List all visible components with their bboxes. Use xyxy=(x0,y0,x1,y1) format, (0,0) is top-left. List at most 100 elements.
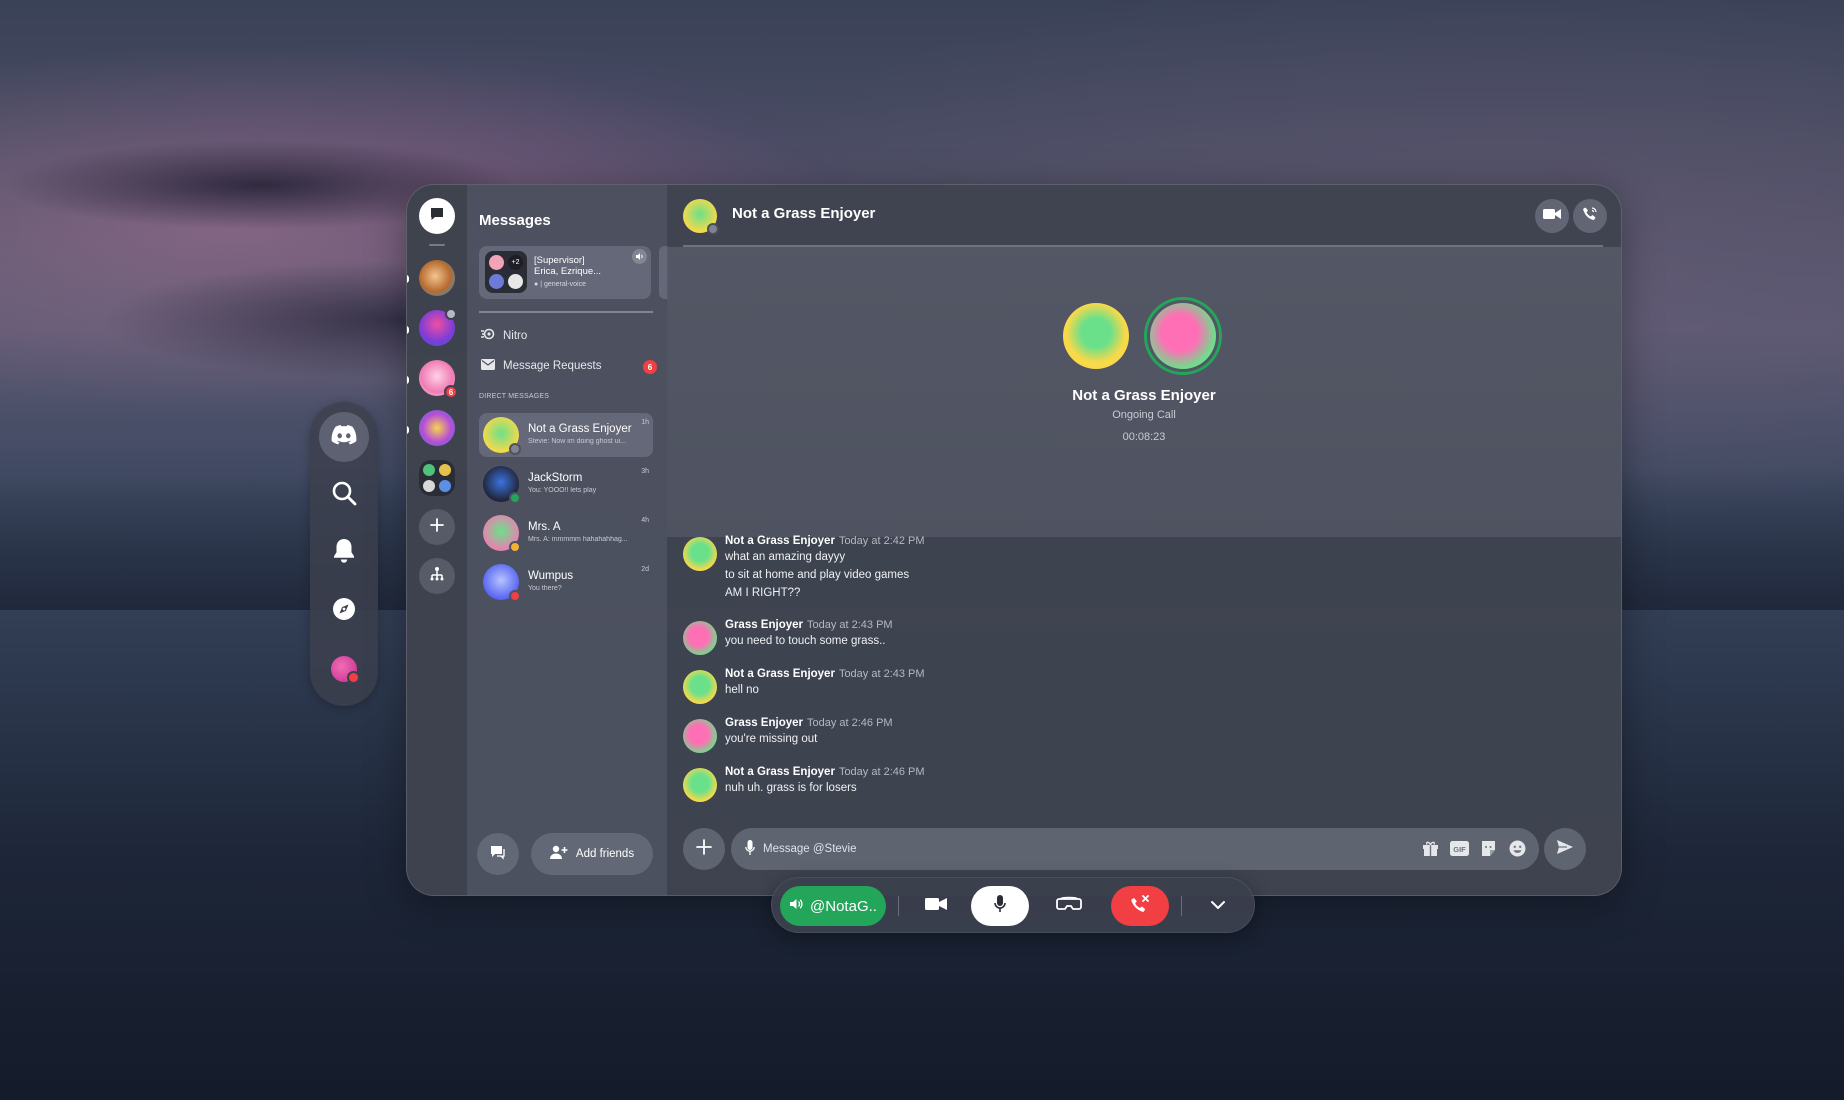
notifications-button[interactable] xyxy=(319,528,369,578)
message-timestamp: Today at 2:43 PM xyxy=(838,668,925,680)
dm-name: JackStorm xyxy=(528,472,583,484)
more-options-button[interactable] xyxy=(1198,886,1238,926)
add-server-button[interactable] xyxy=(419,509,455,545)
compass-icon xyxy=(331,596,357,627)
add-friends-label: Add friends xyxy=(575,848,635,860)
chat-avatar[interactable] xyxy=(683,199,719,235)
profile-button[interactable] xyxy=(319,644,369,694)
dnd-status-icon xyxy=(509,590,521,602)
message-avatar[interactable] xyxy=(683,621,717,655)
messages-title: Messages xyxy=(479,212,551,229)
floating-nav xyxy=(310,402,378,706)
emoji-icon[interactable] xyxy=(1508,839,1527,858)
dm-item[interactable]: Not a Grass Enjoyer Stevie: Now im doing… xyxy=(479,413,653,457)
message-text: what an amazing dayyy xyxy=(725,551,846,563)
envelope-icon xyxy=(481,359,495,373)
idle-status-icon xyxy=(509,541,521,553)
microphone-icon[interactable] xyxy=(745,840,755,861)
message-author[interactable]: Grass Enjoyer Today at 2:46 PM xyxy=(725,717,893,729)
phone-call-icon xyxy=(1582,206,1598,227)
call-participant-avatar-speaking[interactable] xyxy=(1144,297,1222,375)
send-icon xyxy=(1556,839,1574,860)
dm-name: Wumpus xyxy=(528,570,574,582)
camera-toggle-button[interactable] xyxy=(916,886,956,926)
message-avatar[interactable] xyxy=(683,719,717,753)
speaker-icon xyxy=(789,897,803,915)
dm-panel: Messages +2 [Supervisor] Erica, Ezrique.… xyxy=(467,185,669,895)
microphone-icon xyxy=(994,894,1006,918)
search-icon xyxy=(331,480,357,511)
ongoing-call-panel: Not a Grass Enjoyer Ongoing Call 00:08:2… xyxy=(667,247,1621,537)
unread-indicator xyxy=(407,275,409,283)
chat-title: Not a Grass Enjoyer xyxy=(732,205,876,222)
message-text: you need to touch some grass.. xyxy=(725,635,886,647)
mute-toggle-button[interactable] xyxy=(971,886,1029,926)
discord-home-button[interactable] xyxy=(319,412,369,462)
message-timestamp: Today at 2:46 PM xyxy=(838,766,925,778)
gift-icon[interactable] xyxy=(1421,839,1440,858)
new-group-dm-button[interactable] xyxy=(477,833,519,875)
attach-button[interactable] xyxy=(683,828,725,870)
message-author[interactable]: Not a Grass Enjoyer Today at 2:43 PM xyxy=(725,668,925,680)
video-camera-icon xyxy=(1543,207,1561,225)
user-avatar-icon xyxy=(331,656,360,684)
hang-up-icon xyxy=(1130,894,1150,918)
voice-card-title: [Supervisor] Erica, Ezrique... xyxy=(534,255,602,277)
message-author[interactable]: Not a Grass Enjoyer Today at 2:46 PM xyxy=(725,766,925,778)
call-control-bar: @NotaG.. xyxy=(771,877,1255,933)
message-requests-link[interactable]: Message Requests xyxy=(481,359,601,373)
message-avatar[interactable] xyxy=(683,537,717,571)
chat-area: Not a Grass Enjoyer Not a Grass Enjoyer … xyxy=(667,185,1621,895)
add-friends-button[interactable]: Add friends xyxy=(531,833,653,875)
message-author[interactable]: Not a Grass Enjoyer Today at 2:42 PM xyxy=(725,535,925,547)
disconnect-call-button[interactable] xyxy=(1111,886,1169,926)
gif-icon[interactable]: GIF xyxy=(1450,839,1469,858)
video-call-button[interactable] xyxy=(1535,199,1569,233)
dm-time: 1h xyxy=(641,419,649,426)
dm-preview: Stevie: Now im doing ghost ui... xyxy=(528,438,627,445)
plus-icon xyxy=(429,517,445,538)
bell-icon xyxy=(332,538,356,569)
hierarchy-icon xyxy=(429,566,445,587)
message-text: you're missing out xyxy=(725,733,818,745)
requests-badge: 6 xyxy=(643,360,657,374)
server-directory-button[interactable] xyxy=(419,558,455,594)
message-author[interactable]: Grass Enjoyer Today at 2:43 PM xyxy=(725,619,893,631)
callbar-divider xyxy=(1181,896,1182,916)
message-avatar[interactable] xyxy=(683,670,717,704)
server-pink-icon[interactable]: 6 xyxy=(419,360,458,399)
nitro-link[interactable]: Nitro xyxy=(481,328,527,343)
speaker-icon xyxy=(632,249,647,264)
message-timestamp: Today at 2:43 PM xyxy=(806,619,893,631)
svg-text:GIF: GIF xyxy=(1453,845,1466,854)
message-text: AM I RIGHT?? xyxy=(725,587,801,599)
plus-icon xyxy=(695,838,713,861)
dm-item[interactable]: Wumpus You there? 2d xyxy=(479,560,653,604)
active-voice-card[interactable]: +2 [Supervisor] Erica, Ezrique... ● | ge… xyxy=(479,246,651,299)
discover-button[interactable] xyxy=(319,586,369,636)
call-participant-avatar[interactable] xyxy=(1063,303,1129,369)
speaker-status-icon xyxy=(445,308,457,320)
search-button[interactable] xyxy=(319,470,369,520)
server-cat-icon[interactable] xyxy=(419,260,455,296)
dm-item[interactable]: JackStorm You: YOOO!! lets play 3h xyxy=(479,462,653,506)
message-timestamp: Today at 2:42 PM xyxy=(838,535,925,547)
server-character-icon[interactable] xyxy=(419,308,457,346)
vr-headset-button[interactable] xyxy=(1049,886,1089,926)
message-text: to sit at home and play video games xyxy=(725,569,910,581)
unread-indicator xyxy=(407,426,409,434)
voice-channel-button[interactable]: @NotaG.. xyxy=(780,886,886,926)
server-folder-icon[interactable] xyxy=(419,460,455,496)
server-group-icon[interactable] xyxy=(419,410,455,446)
direct-messages-home-button[interactable] xyxy=(419,198,455,234)
send-button[interactable] xyxy=(1544,828,1586,870)
direct-messages-header: DIRECT MESSAGES xyxy=(479,393,550,400)
message-composer: GIF xyxy=(731,828,1539,870)
dm-preview: You there? xyxy=(528,585,562,592)
voice-call-button[interactable] xyxy=(1573,199,1607,233)
dm-time: 2d xyxy=(641,566,649,573)
dm-item[interactable]: Mrs. A Mrs. A: mmmmm hahahahhag... 4h xyxy=(479,511,653,555)
sticker-icon[interactable] xyxy=(1479,839,1498,858)
message-avatar[interactable] xyxy=(683,768,717,802)
message-input[interactable] xyxy=(763,828,1323,870)
